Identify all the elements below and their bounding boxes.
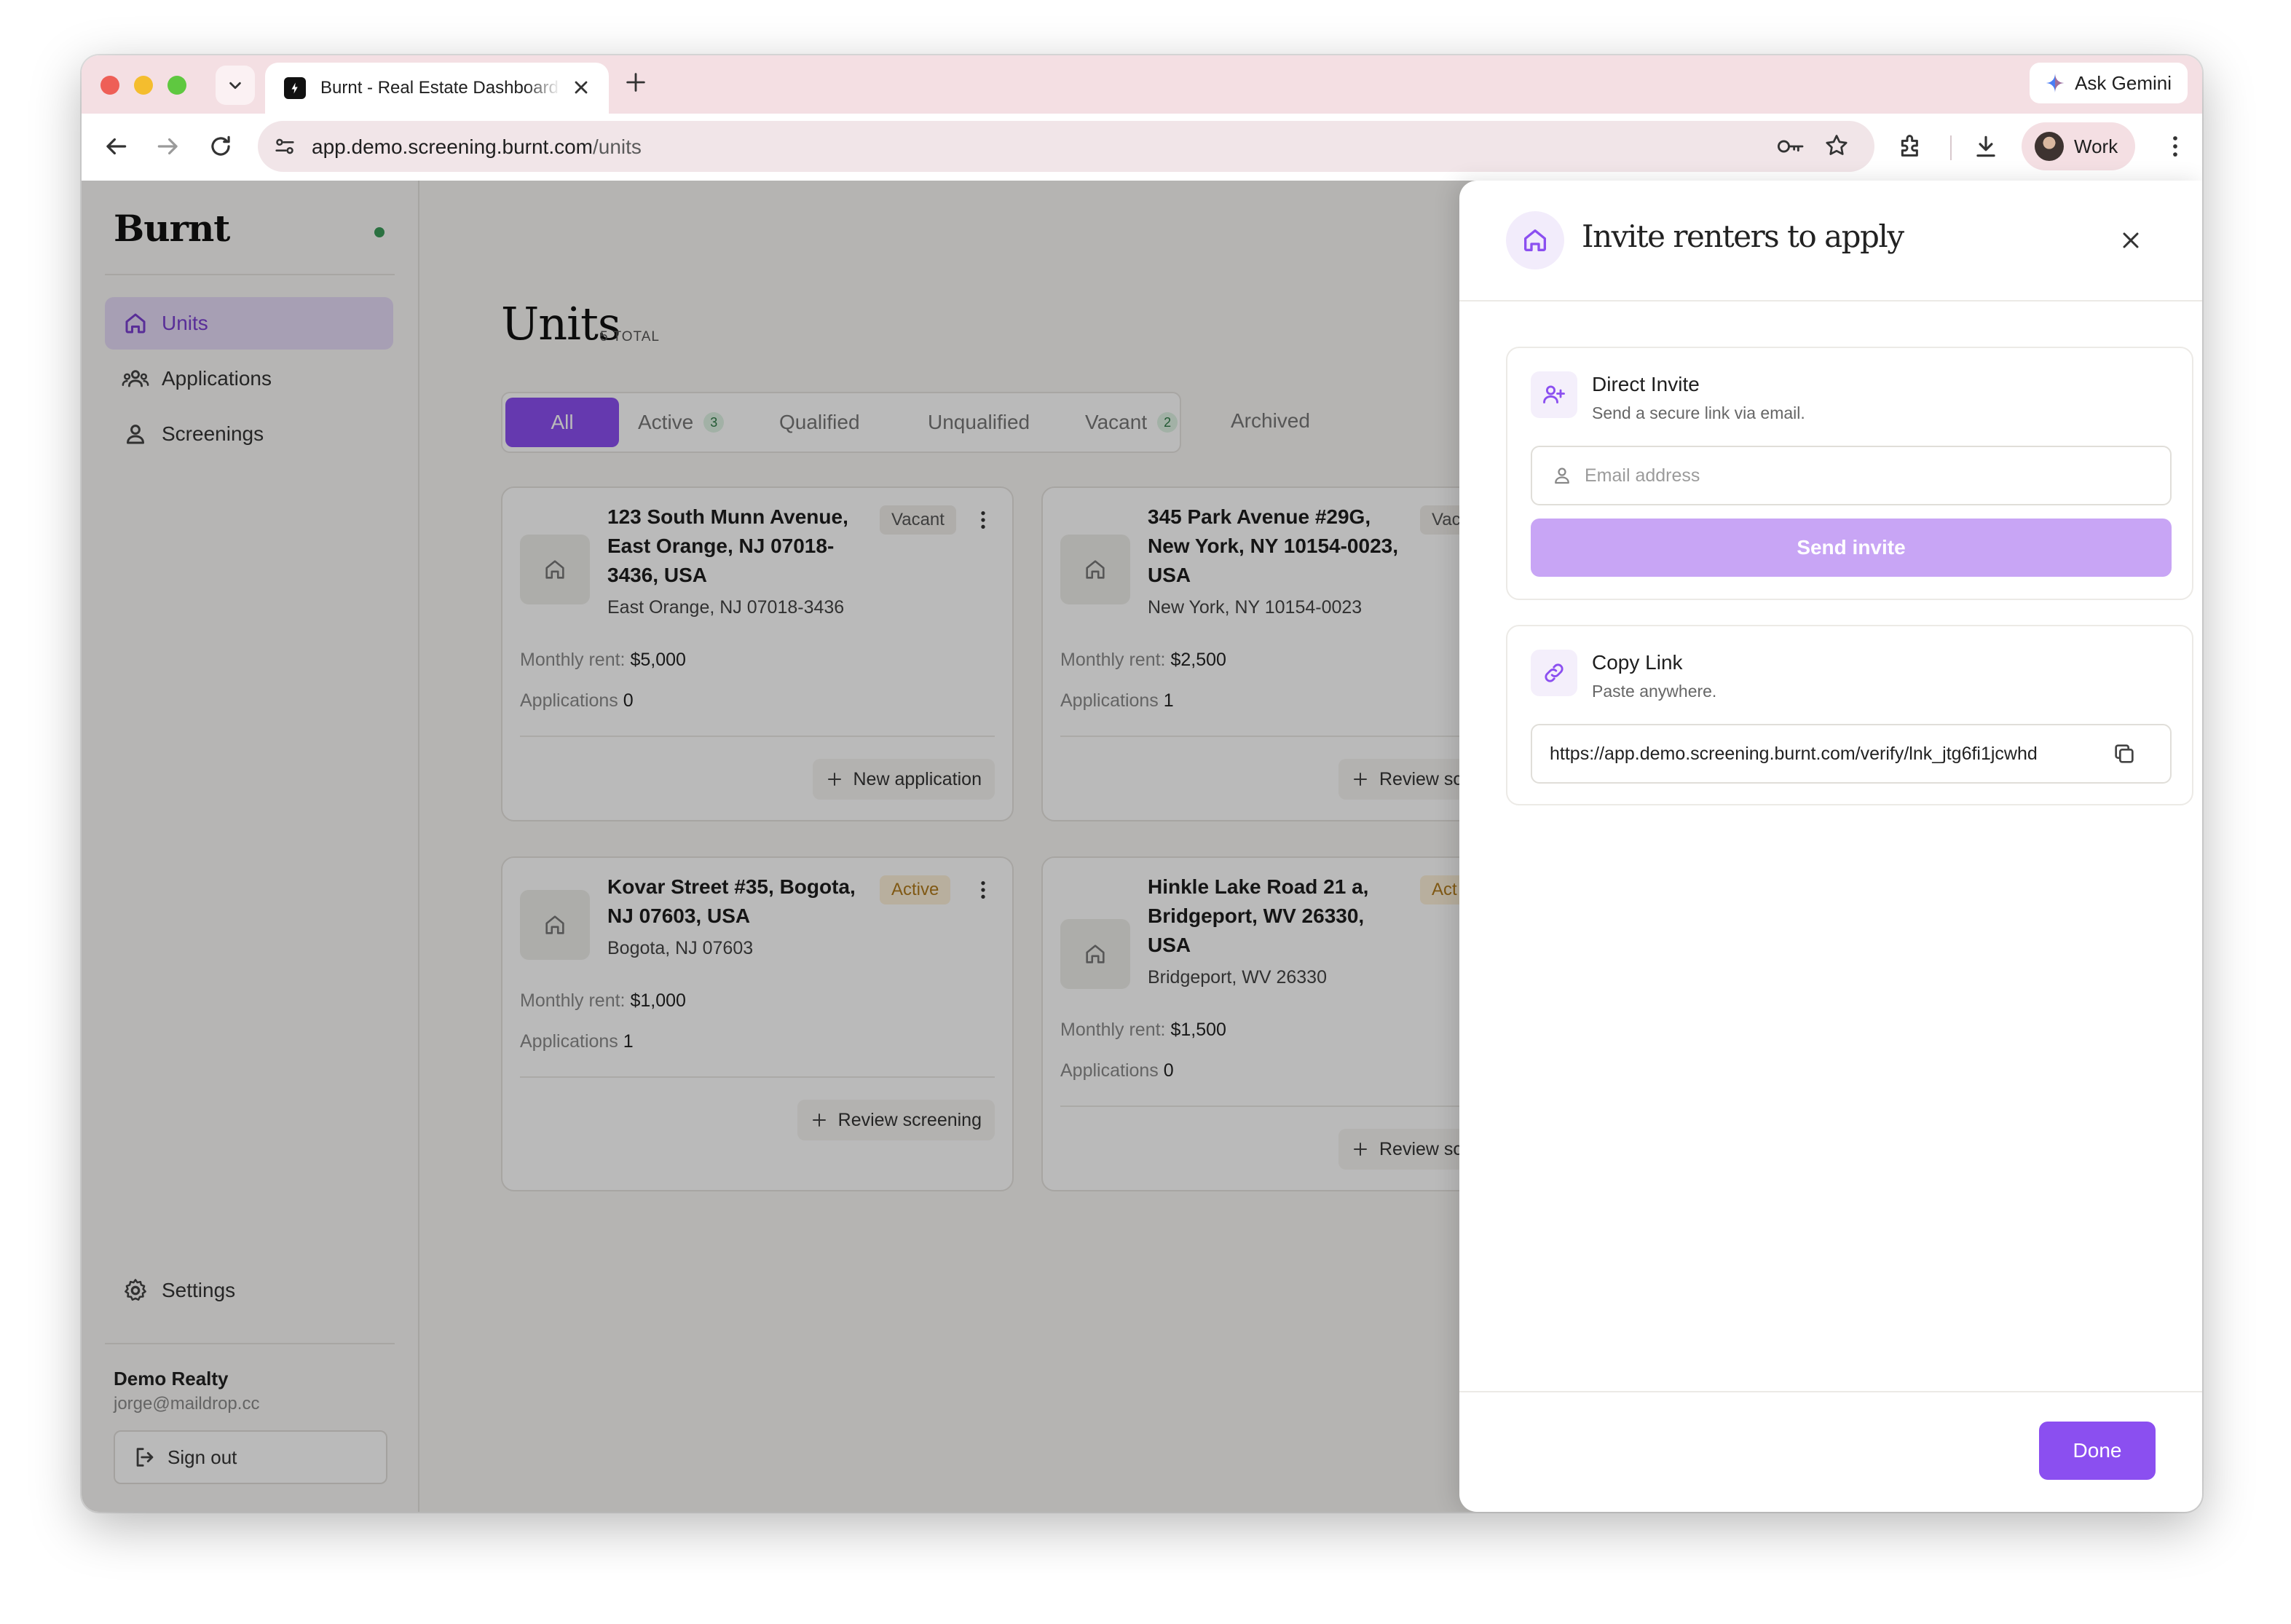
more-vertical-icon[interactable] bbox=[2161, 133, 2189, 160]
done-button[interactable]: Done bbox=[2039, 1422, 2156, 1480]
panel-header: Invite renters to apply bbox=[1459, 181, 2202, 301]
profile-button[interactable]: Work bbox=[2022, 122, 2135, 170]
new-tab-icon[interactable] bbox=[623, 70, 648, 95]
section-subtitle: Send a secure link via email. bbox=[1592, 403, 1805, 422]
tab-bar: Burnt - Real Estate Dashboard Ask Gemini bbox=[82, 55, 2202, 114]
bookmark-star-icon[interactable] bbox=[1823, 133, 1850, 159]
direct-invite-section: Direct Invite Send a secure link via ema… bbox=[1506, 347, 2193, 600]
user-icon bbox=[1555, 468, 1569, 484]
extensions-puzzle-icon[interactable] bbox=[1896, 131, 1925, 160]
close-icon[interactable] bbox=[2118, 227, 2144, 253]
minimize-window-button[interactable] bbox=[134, 76, 153, 95]
copy-link-section: Copy Link Paste anywhere. https://app.de… bbox=[1506, 625, 2193, 805]
section-title: Copy Link bbox=[1592, 651, 1683, 674]
toolbar-separator bbox=[1950, 135, 1952, 160]
site-settings-icon[interactable] bbox=[272, 134, 297, 159]
email-input[interactable] bbox=[1583, 464, 2170, 487]
chevron-down-icon bbox=[229, 82, 241, 90]
invite-link-text: https://app.demo.screening.burnt.com/ver… bbox=[1550, 743, 2038, 764]
download-icon[interactable] bbox=[1972, 133, 2000, 160]
user-plus-icon bbox=[1531, 371, 1577, 418]
password-key-icon[interactable] bbox=[1775, 134, 1805, 159]
invite-renters-panel: Invite renters to apply Direct Invite Se… bbox=[1459, 181, 2202, 1512]
tab-search-button[interactable] bbox=[216, 66, 255, 105]
tab-title: Burnt - Real Estate Dashboard bbox=[320, 78, 559, 98]
url-text: app.demo.screening.burnt.com/units bbox=[312, 135, 642, 159]
browser-toolbar: app.demo.screening.burnt.com/units Work bbox=[82, 114, 2202, 181]
url-host: app.demo.screening.burnt.com bbox=[312, 135, 593, 158]
send-invite-button[interactable]: Send invite bbox=[1531, 519, 2172, 577]
link-icon bbox=[1531, 650, 1577, 696]
browser-tab[interactable]: Burnt - Real Estate Dashboard bbox=[265, 63, 609, 114]
browser-window: Burnt - Real Estate Dashboard Ask Gemini… bbox=[82, 55, 2202, 1512]
panel-title: Invite renters to apply bbox=[1582, 218, 1904, 254]
back-arrow-icon[interactable] bbox=[102, 133, 130, 160]
home-icon bbox=[1506, 211, 1564, 269]
ask-gemini-label: Ask Gemini bbox=[2075, 71, 2172, 94]
url-path: /units bbox=[593, 135, 642, 158]
avatar bbox=[2035, 132, 2064, 161]
invite-link-field[interactable]: https://app.demo.screening.burnt.com/ver… bbox=[1531, 724, 2172, 784]
close-window-button[interactable] bbox=[100, 76, 119, 95]
gemini-sparkle-icon bbox=[2045, 73, 2065, 93]
burnt-favicon-icon bbox=[284, 77, 306, 99]
profile-label: Work bbox=[2074, 135, 2118, 157]
forward-arrow-icon[interactable] bbox=[154, 133, 182, 160]
section-subtitle: Paste anywhere. bbox=[1592, 682, 1717, 701]
panel-footer: Done bbox=[1459, 1391, 2202, 1512]
maximize-window-button[interactable] bbox=[167, 76, 186, 95]
ask-gemini-button[interactable]: Ask Gemini bbox=[2030, 63, 2188, 103]
copy-icon[interactable] bbox=[2112, 741, 2137, 766]
section-title: Direct Invite bbox=[1592, 373, 1700, 395]
reload-icon[interactable] bbox=[207, 133, 234, 160]
tab-close-icon[interactable] bbox=[571, 77, 591, 98]
email-field[interactable] bbox=[1531, 446, 2172, 505]
address-bar[interactable]: app.demo.screening.burnt.com/units bbox=[258, 121, 1874, 172]
